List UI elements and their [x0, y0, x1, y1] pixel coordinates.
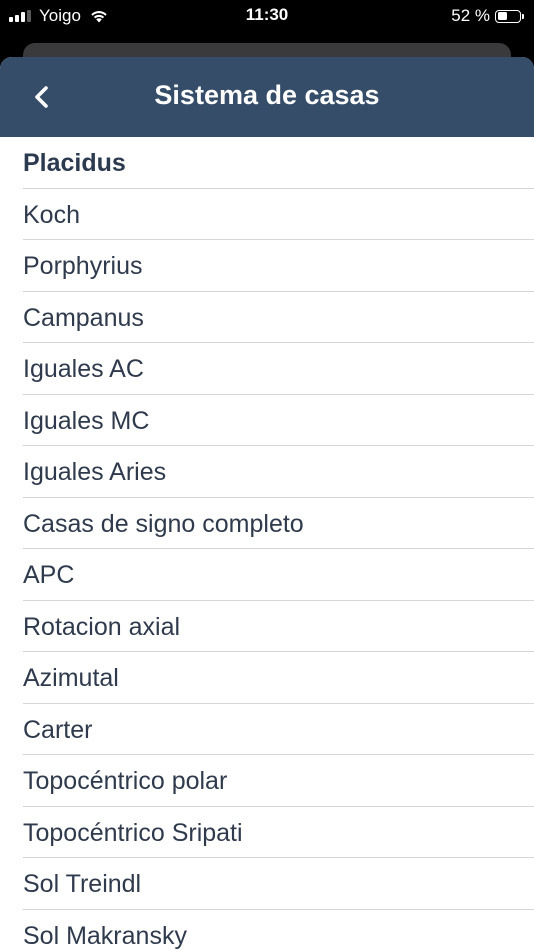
navigation-bar: Sistema de casas	[0, 57, 534, 137]
list-item-label: Azimutal	[23, 664, 119, 692]
battery-fill	[497, 12, 507, 20]
list-item-label: Topocéntrico Sripati	[23, 818, 243, 847]
house-system-sheet: Sistema de casas Placidus Koch Porphyrius C…	[0, 57, 534, 950]
list-item-label: Iguales AC	[23, 355, 144, 383]
battery-percent: 52 %	[451, 6, 490, 25]
list-item[interactable]: Placidus	[23, 137, 534, 189]
list-item-label: Carter	[23, 715, 93, 744]
house-system-list: Placidus Koch Porphyrius Campanus Iguales AC…	[0, 137, 534, 950]
battery-icon	[495, 9, 521, 23]
status-right: 52 %	[451, 6, 524, 26]
list-item[interactable]: Azimutal	[23, 652, 534, 704]
page-title: Sistema de casas	[154, 80, 380, 110]
list-item[interactable]: Carter	[23, 704, 534, 755]
list-item-label: APC	[23, 561, 75, 589]
list-item-label: Sol Makransky	[23, 921, 187, 950]
list-item-label: Campanus	[23, 303, 144, 332]
list-item[interactable]: Koch	[23, 189, 534, 240]
list-item-label: Iguales Aries	[23, 458, 167, 486]
list-item-label: Sol Treindl	[23, 870, 142, 898]
list-item-label: Iguales MC	[23, 406, 150, 435]
status-bar: Yoigo 11:30 52 %	[0, 0, 534, 32]
list-item[interactable]: Topocéntrico Sripati	[23, 807, 534, 858]
list-item[interactable]: Rotacion axial	[23, 601, 534, 652]
list-item[interactable]: Iguales MC	[23, 395, 534, 446]
list-item-label: Topocéntrico polar	[23, 767, 228, 795]
list-item[interactable]: Iguales AC	[23, 343, 534, 395]
list-item-label: Koch	[23, 200, 80, 229]
list-item[interactable]: Sol Treindl	[23, 858, 534, 910]
list-item[interactable]: Topocéntrico polar	[23, 755, 534, 807]
screen: Yoigo 11:30 52 % Sistema de casas Placid…	[0, 0, 534, 950]
battery-cap	[522, 13, 524, 19]
list-item[interactable]: APC	[23, 549, 534, 601]
list-item-label: Casas de signo completo	[23, 509, 304, 538]
list-item[interactable]: Porphyrius	[23, 240, 534, 292]
list-item[interactable]: Iguales Aries	[23, 446, 534, 498]
list-item-label: Rotacion axial	[23, 612, 181, 641]
list-item-label: Porphyrius	[23, 252, 143, 280]
list-item[interactable]: Campanus	[23, 292, 534, 343]
list-item[interactable]: Sol Makransky	[23, 910, 534, 950]
list-item[interactable]: Casas de signo completo	[23, 498, 534, 549]
list-item-label: Placidus	[23, 149, 126, 177]
